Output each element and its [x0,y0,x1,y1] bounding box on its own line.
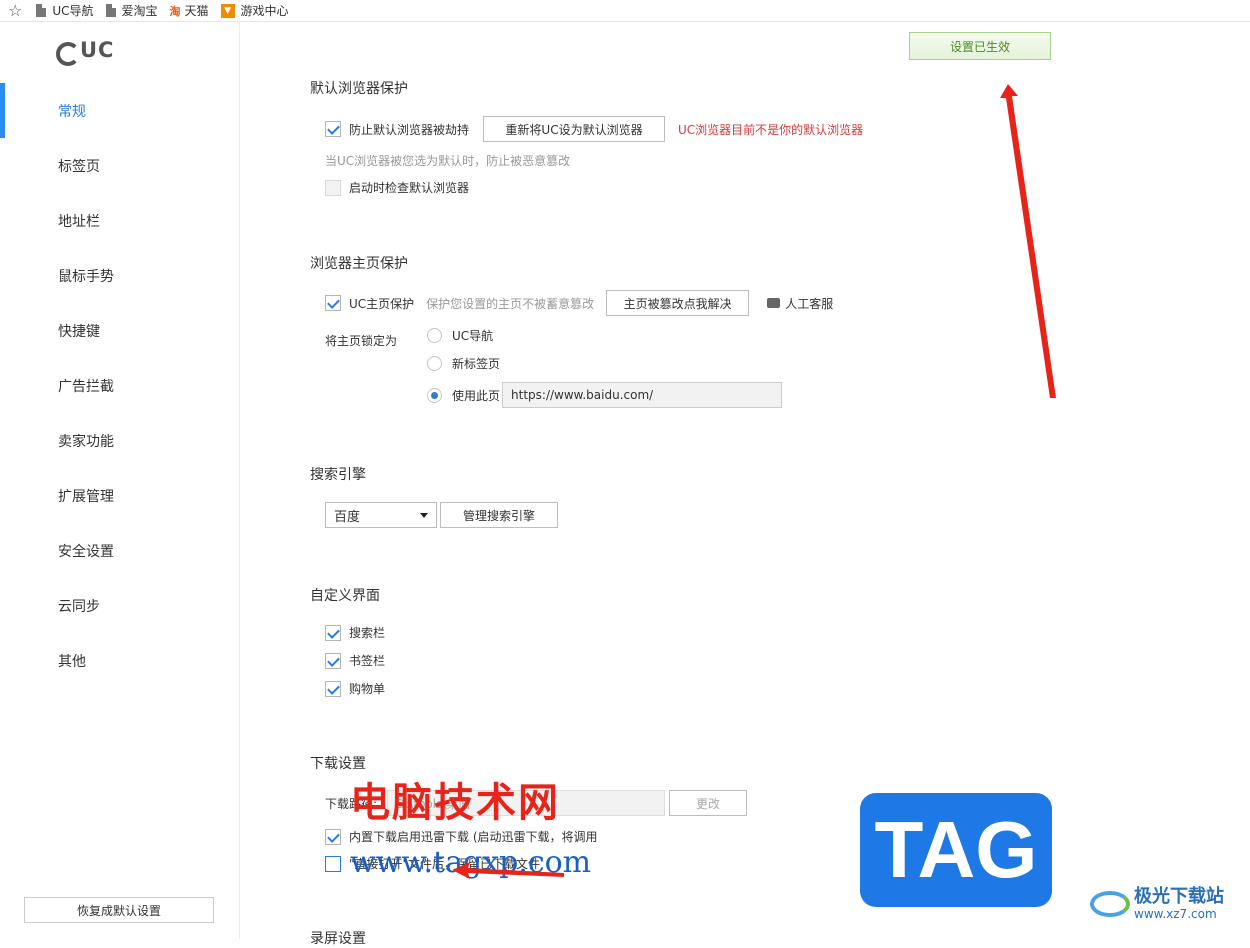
annotation-arrows [452,84,1056,879]
arrow-up-annotation [1000,84,1056,398]
arrow-left-annotation [452,862,564,879]
